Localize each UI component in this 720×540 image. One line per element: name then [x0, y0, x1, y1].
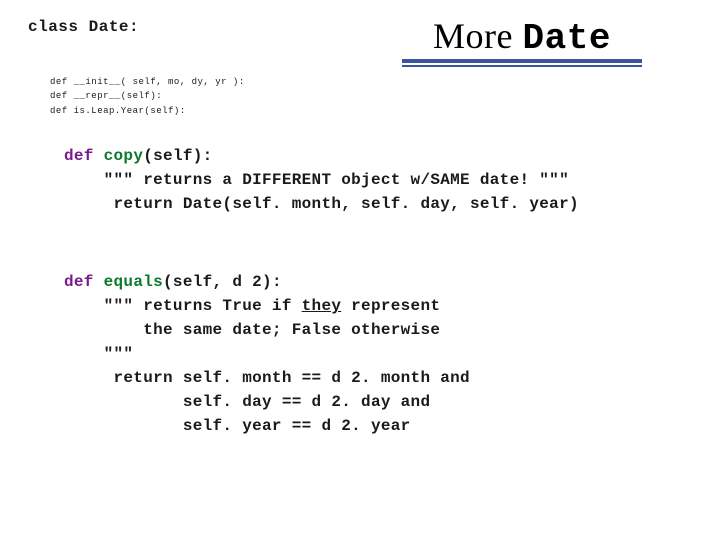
equals-doc-1c: represent — [341, 297, 440, 315]
title-plain: More — [433, 16, 522, 56]
title-mono: Date — [523, 18, 611, 59]
slide-title: More Date — [402, 18, 642, 57]
collapsed-method-defs: def __init__( self, mo, dy, yr ): def __… — [50, 75, 692, 118]
equals-doc-they: they — [302, 297, 342, 315]
copy-method: def copy(self): """ returns a DIFFERENT … — [64, 144, 692, 216]
equals-doc-line3: """ — [64, 345, 133, 363]
slide: class Date: More Date def __init__( self… — [0, 0, 720, 540]
underline-bar-thick — [402, 59, 642, 63]
small-def-isleapyear: def is.Leap.Year(self): — [50, 104, 692, 118]
copy-return: return Date(self. month, self. day, self… — [64, 195, 579, 213]
equals-doc-line2: the same date; False otherwise — [64, 321, 440, 339]
header-row: class Date: More Date — [28, 18, 692, 67]
class-declaration: class Date: — [28, 18, 139, 36]
small-def-init: def __init__( self, mo, dy, yr ): — [50, 75, 692, 89]
copy-name: copy — [94, 147, 144, 165]
equals-params: (self, d 2): — [163, 273, 282, 291]
title-block: More Date — [402, 18, 692, 67]
equals-name: equals — [94, 273, 163, 291]
class-line-text: class Date: — [28, 18, 139, 36]
equals-doc-line1: """ returns True if they represent — [64, 297, 440, 315]
small-def-repr: def __repr__(self): — [50, 89, 692, 103]
title-underline — [402, 59, 642, 67]
equals-method: def equals(self, d 2): """ returns True … — [64, 270, 692, 438]
underline-bar-thin — [402, 65, 642, 67]
copy-params: (self): — [143, 147, 212, 165]
equals-return-1: return self. month == d 2. month and — [64, 369, 470, 387]
def-keyword: def — [64, 147, 94, 165]
def-keyword: def — [64, 273, 94, 291]
block-gap — [28, 216, 692, 270]
copy-docstring: """ returns a DIFFERENT object w/SAME da… — [64, 171, 569, 189]
equals-return-3: self. year == d 2. year — [64, 417, 411, 435]
equals-doc-1a: """ returns True if — [64, 297, 302, 315]
equals-return-2: self. day == d 2. day and — [64, 393, 430, 411]
